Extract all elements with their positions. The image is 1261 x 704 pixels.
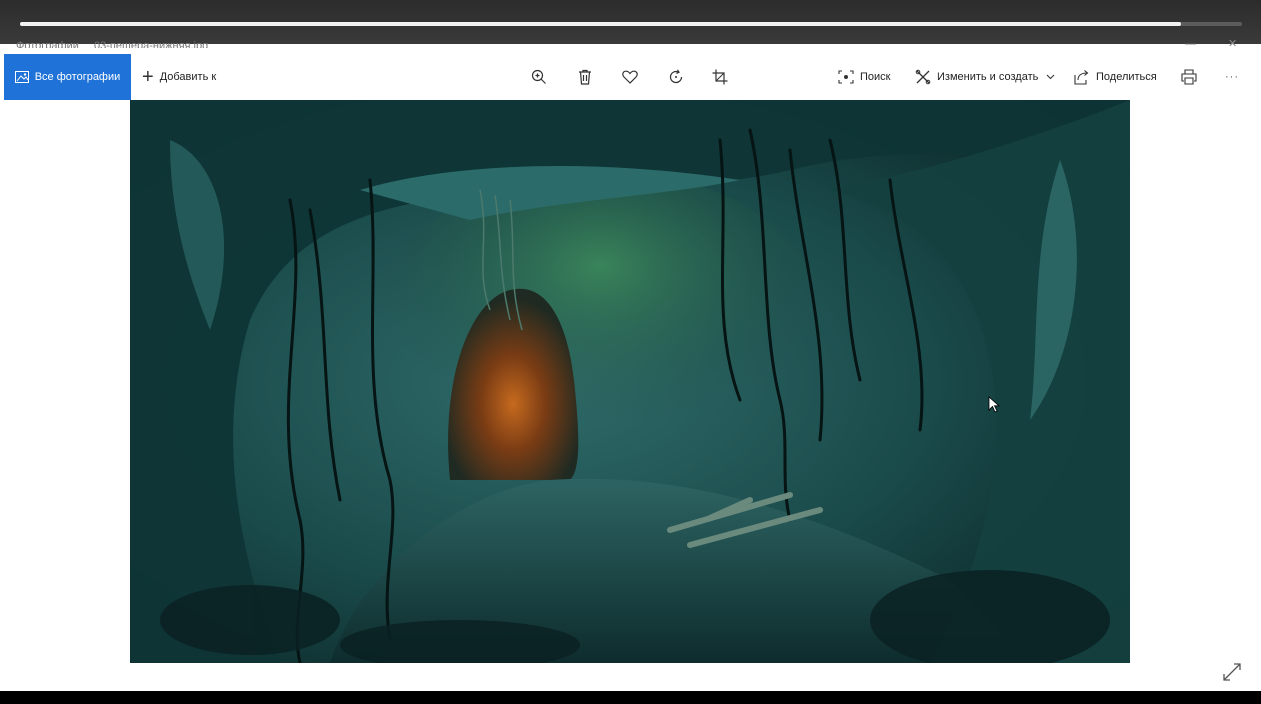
trash-icon: [578, 69, 592, 85]
print-icon: [1181, 69, 1197, 85]
heart-icon: [622, 70, 638, 84]
share-label: Поделиться: [1096, 71, 1157, 83]
zoom-in-icon: [531, 69, 547, 85]
add-to-label: Добавить к: [159, 71, 217, 83]
app-title: Фотографии: [16, 40, 79, 48]
delete-button[interactable]: [573, 54, 597, 100]
more-options-button[interactable]: ···: [1225, 54, 1239, 100]
progress-track[interactable]: [20, 22, 1242, 26]
bottom-bar: [0, 691, 1261, 704]
crop-button[interactable]: [708, 54, 732, 100]
window-title-bar: Фотографии 03-пещера-нижняя.jpg — ✕: [0, 36, 1261, 48]
share-icon: [1074, 69, 1090, 85]
all-photos-label: Все фотографии: [34, 71, 121, 83]
file-name: 03-пещера-нижняя.jpg: [94, 40, 209, 48]
plus-icon: +: [142, 65, 154, 88]
cave-photo: [130, 100, 1130, 663]
close-icon[interactable]: ✕: [1228, 38, 1237, 48]
edit-create-icon: [915, 69, 931, 85]
share-button[interactable]: Поделиться: [1074, 54, 1157, 100]
edit-create-button[interactable]: Изменить и создать: [915, 54, 1055, 100]
minimize-icon[interactable]: —: [1185, 38, 1196, 48]
edit-create-label: Изменить и создать: [937, 71, 1039, 83]
add-to-button[interactable]: + Добавить к: [142, 54, 216, 100]
expand-icon[interactable]: [1221, 661, 1243, 688]
photos-icon: [14, 71, 29, 83]
rotate-button[interactable]: [664, 54, 688, 100]
visual-search-icon: [838, 70, 854, 84]
search-label: Поиск: [860, 71, 891, 83]
toolbar: Все фотографии + Добавить к Поиск Измени…: [0, 54, 1261, 100]
zoom-button[interactable]: [527, 54, 551, 100]
progress-fill: [20, 22, 1181, 26]
rotate-icon: [668, 69, 684, 85]
mouse-cursor: [988, 396, 1001, 419]
all-photos-button[interactable]: Все фотографии: [4, 54, 131, 100]
print-button[interactable]: [1177, 54, 1201, 100]
favorite-button[interactable]: [618, 54, 642, 100]
crop-icon: [712, 69, 728, 85]
chevron-down-icon: [1046, 74, 1055, 80]
search-button[interactable]: Поиск: [838, 54, 890, 100]
